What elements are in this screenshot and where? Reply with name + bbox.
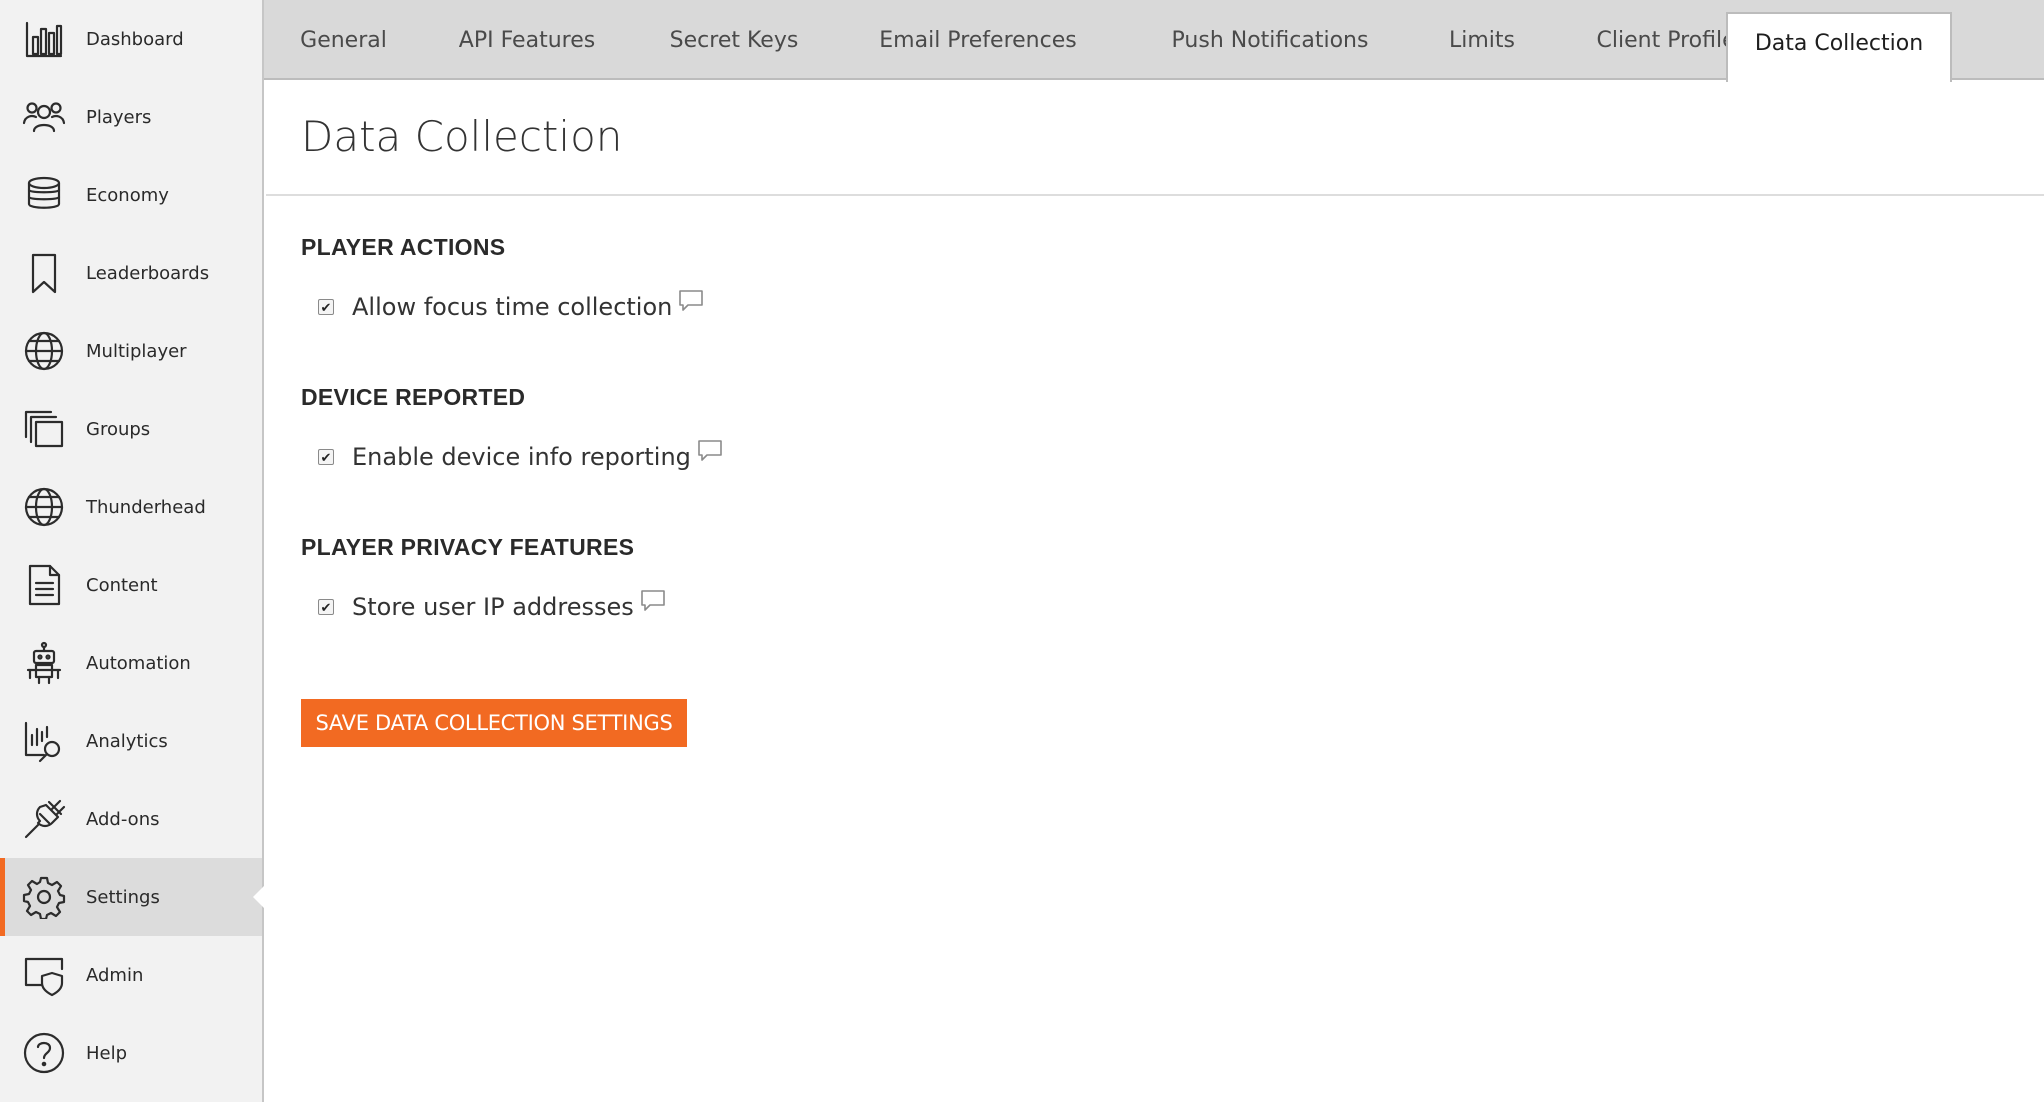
- section-heading-device-reported: DEVICE REPORTED: [301, 384, 526, 410]
- sidebar-item-label: Multiplayer: [86, 340, 187, 362]
- app-window: Dashboard Players Economy Leaderboards M…: [0, 0, 2044, 1102]
- sidebar-item-players[interactable]: Players: [0, 78, 262, 156]
- option-store-ip-addresses: ✔ Store user IP addresses: [318, 590, 666, 621]
- dashboard-icon: [20, 15, 68, 63]
- sidebar-item-multiplayer[interactable]: Multiplayer: [0, 312, 262, 390]
- sidebar-item-economy[interactable]: Economy: [0, 156, 262, 234]
- document-icon: [20, 561, 68, 609]
- sidebar-item-help[interactable]: Help: [0, 1014, 262, 1092]
- sidebar-item-leaderboards[interactable]: Leaderboards: [0, 234, 262, 312]
- sidebar-item-label: Groups: [86, 418, 151, 440]
- store-ip-checkbox[interactable]: ✔: [318, 599, 334, 615]
- sidebar-item-label: Settings: [86, 886, 160, 908]
- section-heading-player-actions: PLAYER ACTIONS: [301, 234, 506, 260]
- sidebar-item-label: Players: [86, 106, 152, 128]
- sidebar-item-dashboard[interactable]: Dashboard: [0, 0, 262, 78]
- groups-icon: [20, 405, 68, 453]
- option-label: Allow focus time collection: [352, 293, 673, 321]
- players-icon: [20, 93, 68, 141]
- globe-icon: [20, 327, 68, 375]
- sidebar-item-label: Leaderboards: [86, 262, 210, 284]
- tab-email-preferences[interactable]: Email Preferences: [838, 0, 1118, 80]
- page-title: Data Collection: [301, 112, 623, 161]
- sidebar-item-automation[interactable]: Automation: [0, 624, 262, 702]
- sidebar-item-label: Economy: [86, 184, 169, 206]
- info-comment-icon[interactable]: [697, 439, 723, 463]
- option-focus-time-collection: ✔ Allow focus time collection: [318, 290, 704, 321]
- settings-tabs: General API Features Secret Keys Email P…: [264, 0, 2044, 82]
- sidebar-item-analytics[interactable]: Analytics: [0, 702, 262, 780]
- info-comment-icon[interactable]: [678, 289, 704, 313]
- focus-time-checkbox[interactable]: ✔: [318, 299, 334, 315]
- sidebar-item-label: Dashboard: [86, 28, 184, 50]
- robot-icon: [20, 639, 68, 687]
- analytics-icon: [20, 717, 68, 765]
- tab-push-notifications[interactable]: Push Notifications: [1127, 0, 1413, 80]
- main-content: Data Collection PLAYER ACTIONS ✔ Allow f…: [266, 82, 2044, 1102]
- sidebar-item-label: Admin: [86, 964, 144, 986]
- globe-icon: [20, 483, 68, 531]
- save-data-collection-button[interactable]: SAVE DATA COLLECTION SETTINGS: [301, 699, 687, 747]
- sidebar-item-groups[interactable]: Groups: [0, 390, 262, 468]
- tab-secret-keys[interactable]: Secret Keys: [639, 0, 829, 80]
- tab-limits[interactable]: Limits: [1422, 0, 1542, 80]
- sidebar-item-add-ons[interactable]: Add-ons: [0, 780, 262, 858]
- option-label: Store user IP addresses: [352, 593, 634, 621]
- sidebar-item-label: Content: [86, 574, 158, 596]
- economy-icon: [20, 171, 68, 219]
- admin-shield-icon: [20, 951, 68, 999]
- sidebar-item-label: Help: [86, 1042, 128, 1064]
- option-device-info-reporting: ✔ Enable device info reporting: [318, 440, 723, 471]
- sidebar-item-content[interactable]: Content: [0, 546, 262, 624]
- info-comment-icon[interactable]: [640, 589, 666, 613]
- tab-data-collection[interactable]: Data Collection: [1726, 12, 1952, 82]
- sidebar-item-label: Add-ons: [86, 808, 160, 830]
- tab-api-features[interactable]: API Features: [424, 0, 630, 80]
- section-heading-player-privacy: PLAYER PRIVACY FEATURES: [301, 534, 635, 560]
- bookmark-icon: [20, 249, 68, 297]
- sidebar-item-label: Analytics: [86, 730, 168, 752]
- sidebar-item-settings[interactable]: Settings: [0, 858, 264, 936]
- sidebar-item-admin[interactable]: Admin: [0, 936, 262, 1014]
- tab-general[interactable]: General: [272, 0, 415, 80]
- device-info-checkbox[interactable]: ✔: [318, 449, 334, 465]
- gear-icon: [20, 873, 68, 921]
- help-icon: [20, 1029, 68, 1077]
- sidebar-item-label: Automation: [86, 652, 191, 674]
- option-label: Enable device info reporting: [352, 443, 691, 471]
- sidebar-item-thunderhead[interactable]: Thunderhead: [0, 468, 262, 546]
- plug-icon: [20, 795, 68, 843]
- title-divider: [266, 194, 2044, 196]
- sidebar-item-label: Thunderhead: [86, 496, 206, 518]
- sidebar: Dashboard Players Economy Leaderboards M…: [0, 0, 264, 1102]
